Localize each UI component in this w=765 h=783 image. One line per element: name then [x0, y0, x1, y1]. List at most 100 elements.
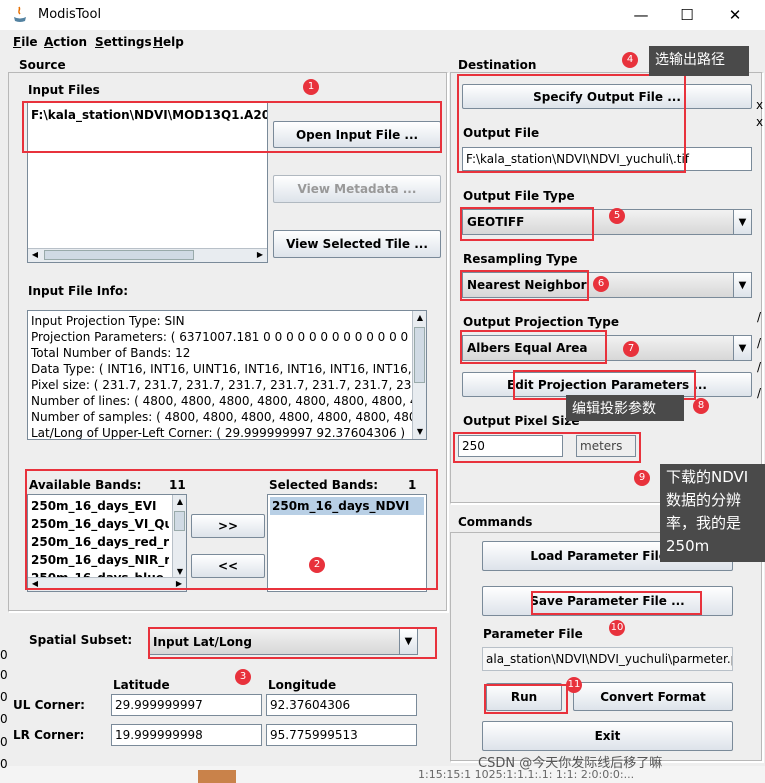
- minimize-button[interactable]: —: [618, 0, 664, 30]
- chevron-down-icon[interactable]: ▼: [733, 336, 751, 360]
- annotation-box-projection: [460, 330, 607, 364]
- source-title: Source: [19, 58, 66, 72]
- scroll-up-icon[interactable]: ▲: [413, 311, 426, 325]
- ul-longitude-field[interactable]: 92.37604306: [266, 694, 417, 716]
- destination-title: Destination: [458, 58, 537, 72]
- menu-settings-mnemonic: S: [95, 35, 104, 49]
- annotation-box-run: [484, 684, 568, 714]
- ul-corner-label: UL Corner:: [13, 698, 85, 712]
- menu-action[interactable]: Action: [44, 35, 87, 49]
- modis-tool-window: ModisTool — ☐ ✕ File Action Settings Hel…: [0, 0, 765, 783]
- annotation-number-8: 8: [693, 398, 709, 414]
- edge-fragment-right-4: /: [757, 336, 762, 350]
- java-app-icon: [12, 6, 28, 24]
- watermark: CSDN @今天你发际线后移了嘛: [478, 756, 663, 771]
- file-info-line: Input Projection Type: SIN: [31, 314, 185, 328]
- file-info-line: Total Number of Bands: 12: [31, 346, 191, 360]
- longitude-label: Longitude: [268, 678, 337, 692]
- edge-fragment-right-5: /: [757, 360, 762, 374]
- edge-fragment-left-5: 0: [0, 735, 8, 749]
- lr-longitude-field[interactable]: 95.775999513: [266, 724, 417, 746]
- callout-edit-projection: 编辑投影参数: [566, 395, 684, 421]
- callout-pixel-size: 下载的NDVI数据的分辨率，我的是250m: [660, 464, 765, 562]
- annotation-box-input-file: [22, 101, 442, 153]
- annotation-number-6: 6: [593, 276, 609, 292]
- file-info-text: Input Projection Type: SIN Projection Par…: [28, 311, 412, 440]
- annotation-number-1: 1: [303, 79, 319, 95]
- chevron-down-icon[interactable]: ▼: [733, 273, 751, 297]
- menu-file-mnemonic: F: [13, 35, 22, 49]
- file-info-line: Lat/Long of Upper-Left Corner: ( 29.9999…: [31, 426, 406, 440]
- menu-action-mnemonic: A: [44, 35, 54, 49]
- annotation-number-10: 10: [609, 620, 625, 636]
- close-button[interactable]: ✕: [712, 0, 758, 30]
- convert-format-button[interactable]: Convert Format: [573, 682, 733, 711]
- annotation-box-resampling: [460, 270, 589, 301]
- window-title: ModisTool: [38, 7, 102, 22]
- scroll-left-icon[interactable]: ◀: [28, 248, 42, 262]
- menu-settings-rest: ettings: [103, 35, 152, 49]
- edge-fragment-left-4: 0: [0, 712, 8, 726]
- lr-latitude-field[interactable]: 19.999999998: [111, 724, 262, 746]
- menu-settings[interactable]: Settings: [95, 35, 152, 49]
- file-info-vscroll[interactable]: ▲ ▼: [412, 311, 426, 439]
- menu-file-rest: ile: [21, 35, 38, 49]
- annotation-number-4: 4: [622, 52, 638, 68]
- annotation-number-7: 7: [623, 341, 639, 357]
- menu-help-rest: elp: [163, 35, 184, 49]
- ul-latitude-field[interactable]: 29.999999997: [111, 694, 262, 716]
- latitude-label: Latitude: [113, 678, 170, 692]
- menu-file[interactable]: File: [13, 35, 38, 49]
- file-info-line: Number of samples: ( 4800, 4800, 4800, 4…: [31, 410, 412, 424]
- input-files-label: Input Files: [28, 83, 100, 97]
- scroll-right-icon[interactable]: ▶: [253, 248, 267, 262]
- callout-output-path: 选输出路径: [649, 46, 749, 76]
- title-bar: ModisTool — ☐ ✕: [0, 0, 765, 30]
- annotation-number-5: 5: [609, 208, 625, 224]
- edge-fragment-right-6: /: [757, 386, 762, 400]
- file-info-line: Data Type: ( INT16, INT16, UINT16, INT16…: [31, 362, 412, 376]
- commands-title: Commands: [458, 515, 533, 529]
- output-pixel-size-label: Output Pixel Size: [463, 414, 580, 428]
- chevron-down-icon[interactable]: ▼: [733, 210, 751, 234]
- annotation-number-9: 9: [634, 470, 650, 486]
- scroll-thumb[interactable]: [414, 327, 425, 383]
- background-image-fragment: [198, 770, 236, 783]
- input-file-info-textarea[interactable]: Input Projection Type: SIN Projection Par…: [27, 310, 427, 440]
- input-files-hscroll[interactable]: ◀ ▶: [28, 248, 267, 262]
- output-projection-type-label: Output Projection Type: [463, 315, 619, 329]
- lr-corner-label: LR Corner:: [13, 728, 85, 742]
- edge-fragment-left-3: 0: [0, 690, 8, 704]
- scroll-thumb[interactable]: [44, 250, 194, 260]
- file-info-line: Projection Parameters: ( 6371007.181 0 0…: [31, 330, 412, 344]
- file-info-line: Number of lines: ( 4800, 4800, 4800, 480…: [31, 394, 412, 408]
- annotation-box-pixel-size: [453, 432, 641, 463]
- parameter-file-label: Parameter File: [483, 627, 583, 641]
- annotation-box-bands: [25, 469, 438, 590]
- edge-fragment-right-1: x: [756, 98, 764, 112]
- annotation-box-save-param: [531, 591, 702, 615]
- maximize-button[interactable]: ☐: [664, 0, 710, 30]
- exit-button[interactable]: Exit: [482, 721, 733, 751]
- edge-fragment-right-2: x: [756, 115, 764, 129]
- edge-fragment-right-3: /: [757, 310, 762, 324]
- resampling-type-label: Resampling Type: [463, 252, 578, 266]
- menu-help-mnemonic: H: [153, 35, 164, 49]
- annotation-box-spatial-subset: [148, 627, 437, 659]
- view-selected-tile-button[interactable]: View Selected Tile ...: [273, 230, 441, 258]
- output-file-type-label: Output File Type: [463, 189, 575, 203]
- spatial-subset-label: Spatial Subset:: [29, 633, 133, 647]
- annotation-number-3: 3: [235, 669, 251, 685]
- parameter-file-field[interactable]: ala_station\NDVI\NDVI_yuchuli\parmeter.p…: [482, 647, 733, 671]
- input-file-info-label: Input File Info:: [28, 284, 129, 298]
- menu-help[interactable]: Help: [153, 35, 184, 49]
- menu-action-rest: ction: [53, 35, 88, 49]
- edge-fragment-left-2: 0: [0, 668, 8, 682]
- view-metadata-button[interactable]: View Metadata ...: [273, 175, 441, 203]
- edge-fragment-left-1: 0: [0, 648, 8, 662]
- annotation-number-11: 11: [566, 677, 582, 693]
- annotation-box-output-path: [457, 74, 686, 173]
- annotation-box-output-type: [460, 207, 594, 241]
- annotation-number-2: 2: [309, 557, 325, 573]
- scroll-down-icon[interactable]: ▼: [413, 425, 426, 439]
